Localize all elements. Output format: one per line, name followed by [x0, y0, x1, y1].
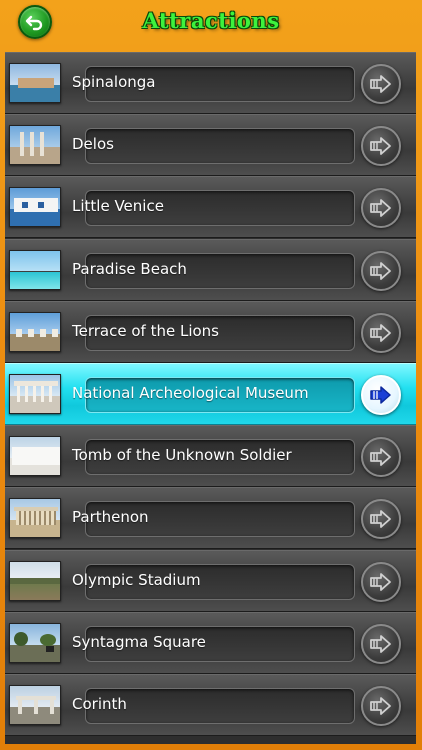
arrow-right-icon: [370, 448, 391, 467]
attraction-thumbnail: [9, 622, 61, 663]
attraction-thumbnail: [9, 374, 61, 414]
arrow-right-icon: [370, 199, 391, 218]
label-frame: [85, 128, 355, 165]
go-button[interactable]: [361, 437, 401, 478]
arrow-right-icon: [370, 510, 391, 529]
list-item[interactable]: Corinth: [5, 674, 416, 736]
attraction-thumbnail: [9, 560, 61, 601]
go-button[interactable]: [361, 623, 401, 664]
attraction-name: Delos: [72, 135, 114, 154]
arrow-right-icon: [370, 137, 391, 156]
list-item-selected[interactable]: National Archeological Museum: [5, 363, 416, 425]
attraction-name: Corinth: [72, 695, 127, 713]
go-button[interactable]: [361, 686, 401, 726]
list-item[interactable]: Spinalonga: [5, 52, 416, 114]
attraction-thumbnail: [9, 63, 61, 103]
attraction-thumbnail: [9, 685, 61, 725]
go-button[interactable]: [361, 561, 401, 602]
go-button[interactable]: [361, 250, 401, 291]
list-item[interactable]: Paradise Beach: [5, 238, 416, 301]
arrow-right-icon: [370, 697, 391, 715]
list-item[interactable]: Little Venice: [5, 176, 416, 239]
attraction-name: Tomb of the Unknown Soldier: [72, 446, 292, 465]
attraction-thumbnail: [9, 498, 61, 539]
list-item[interactable]: Syntagma Square: [5, 611, 416, 674]
arrow-right-icon: [370, 386, 391, 404]
attraction-name: Paradise Beach: [72, 259, 187, 278]
arrow-right-icon: [370, 572, 391, 591]
arrow-right-icon: [370, 75, 391, 93]
arrow-right-icon: [370, 261, 391, 280]
list-item[interactable]: Terrace of the Lions: [5, 300, 416, 363]
attraction-thumbnail: [9, 125, 61, 166]
arrow-right-icon: [370, 323, 391, 342]
attraction-name: Syntagma Square: [72, 632, 206, 651]
list-item[interactable]: Tomb of the Unknown Soldier: [5, 425, 416, 488]
attraction-thumbnail: [9, 187, 61, 228]
attraction-name: Olympic Stadium: [72, 570, 201, 589]
attractions-list[interactable]: Spinalonga Delos Little Venice Paradise …: [5, 52, 416, 744]
attraction-name: Spinalonga: [72, 73, 156, 91]
go-button[interactable]: [361, 64, 401, 104]
go-button[interactable]: [361, 312, 401, 353]
attraction-name: National Archeological Museum: [72, 384, 309, 402]
go-button[interactable]: [361, 375, 401, 415]
arrow-right-icon: [370, 634, 391, 653]
attraction-name: Terrace of the Lions: [72, 321, 219, 340]
list-item[interactable]: Olympic Stadium: [5, 549, 416, 612]
list-item[interactable]: Parthenon: [5, 487, 416, 550]
go-button[interactable]: [361, 188, 401, 229]
attraction-thumbnail: [9, 249, 61, 290]
attraction-name: Little Venice: [72, 197, 164, 216]
go-button[interactable]: [361, 499, 401, 540]
attraction-thumbnail: [9, 436, 61, 477]
list-item[interactable]: Delos: [5, 114, 416, 177]
attraction-thumbnail: [9, 311, 61, 352]
attraction-name: Parthenon: [72, 508, 149, 527]
page-title: Attractions: [142, 8, 280, 33]
header-bar: Attractions: [0, 0, 422, 46]
go-button[interactable]: [361, 126, 401, 167]
